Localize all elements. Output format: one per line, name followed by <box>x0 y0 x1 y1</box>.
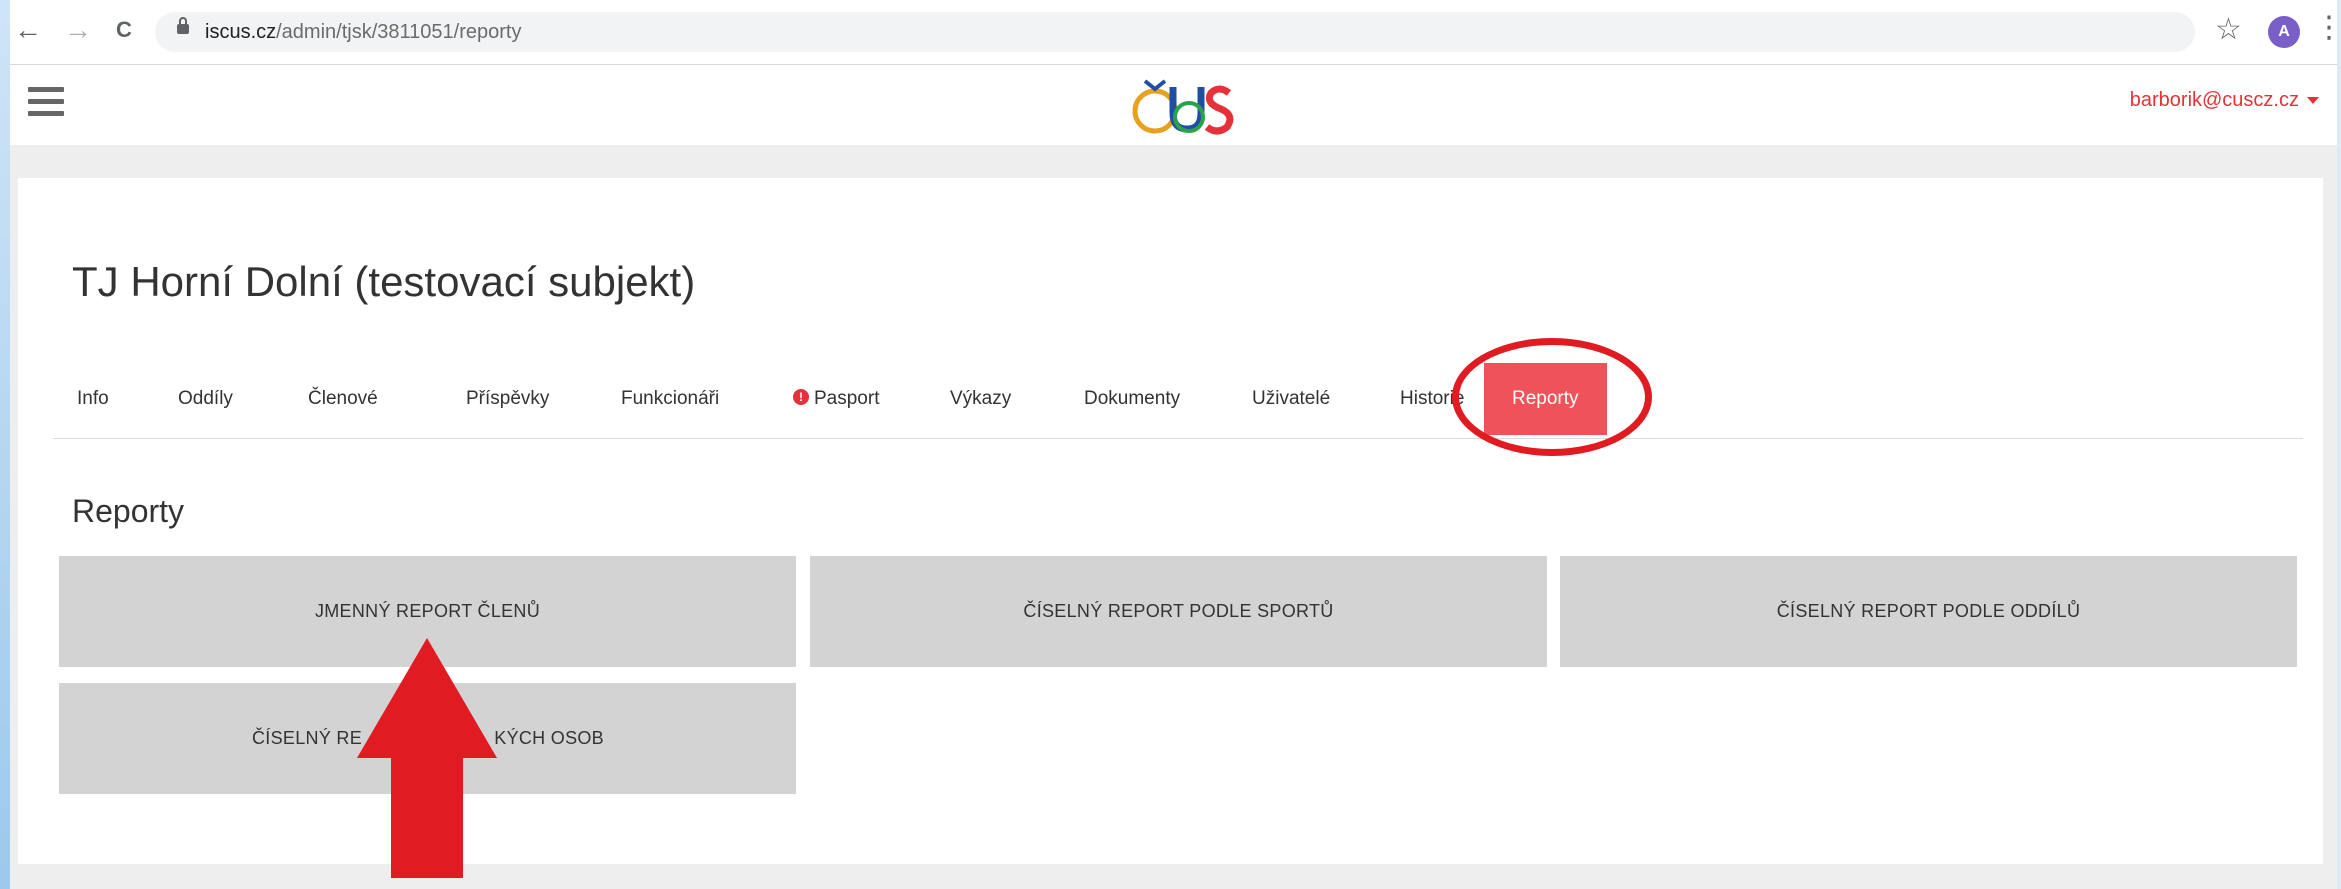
tab-uzivatele[interactable]: Uživatelé <box>1252 363 1330 435</box>
user-menu[interactable]: barborik@cuscz.cz <box>2130 89 2319 112</box>
page-title: TJ Horní Dolní (testovací subjekt) <box>72 258 696 305</box>
report-button-osoby-left: ČÍSELNÝ RE <box>252 728 363 748</box>
window-frame-right <box>2337 0 2341 889</box>
caret-down-icon <box>2307 97 2319 105</box>
tab-clenove[interactable]: Členové <box>308 363 378 435</box>
browser-menu-icon[interactable]: ⋮ <box>2314 10 2341 45</box>
app-header: barborik@cuscz.cz <box>10 65 2337 145</box>
tab-pasport[interactable]: ! Pasport <box>793 363 879 435</box>
profile-avatar[interactable]: A <box>2268 16 2300 48</box>
tab-pasport-label: Pasport <box>814 388 880 409</box>
cus-logo <box>1132 79 1234 135</box>
back-icon[interactable]: ← <box>12 14 44 46</box>
tab-oddily[interactable]: Oddíly <box>178 363 233 435</box>
browser-toolbar: ← → C iscus.cz/admin/tjsk/3811051/report… <box>10 0 2341 65</box>
section-title: Reporty <box>72 493 185 529</box>
hamburger-menu-icon[interactable] <box>28 87 64 119</box>
bookmark-star-icon[interactable]: ☆ <box>2215 12 2242 47</box>
tab-bar: Info Oddíly Členové Příspěvky Funkcionář… <box>53 363 2303 439</box>
lock-icon <box>177 17 189 34</box>
url-domain: iscus.cz <box>205 21 277 43</box>
report-button-oddily[interactable]: ČÍSELNÝ REPORT PODLE ODDÍLŮ <box>1560 556 2297 667</box>
tab-funkcionari[interactable]: Funkcionáři <box>621 363 719 435</box>
warning-icon: ! <box>793 388 809 405</box>
annotation-arrow-icon <box>357 638 497 878</box>
address-bar[interactable]: iscus.cz/admin/tjsk/3811051/reporty <box>155 12 2195 52</box>
tab-prispevky[interactable]: Příspěvky <box>466 363 549 435</box>
forward-icon[interactable]: → <box>62 14 94 46</box>
window-frame-left <box>0 0 10 889</box>
annotation-ellipse <box>1452 338 1652 456</box>
url-path: /admin/tjsk/3811051/reporty <box>276 21 522 43</box>
user-email: barborik@cuscz.cz <box>2129 89 2299 111</box>
tab-dokumenty[interactable]: Dokumenty <box>1084 363 1180 435</box>
report-button-osoby-right: KÝCH OSOB <box>494 728 604 748</box>
url-text[interactable]: iscus.cz/admin/tjsk/3811051/reporty <box>205 21 521 44</box>
tab-vykazy[interactable]: Výkazy <box>950 363 1011 435</box>
tab-info[interactable]: Info <box>77 363 109 435</box>
report-button-sporty[interactable]: ČÍSELNÝ REPORT PODLE SPORTŮ <box>810 556 1547 667</box>
reload-icon[interactable]: C <box>108 14 140 46</box>
